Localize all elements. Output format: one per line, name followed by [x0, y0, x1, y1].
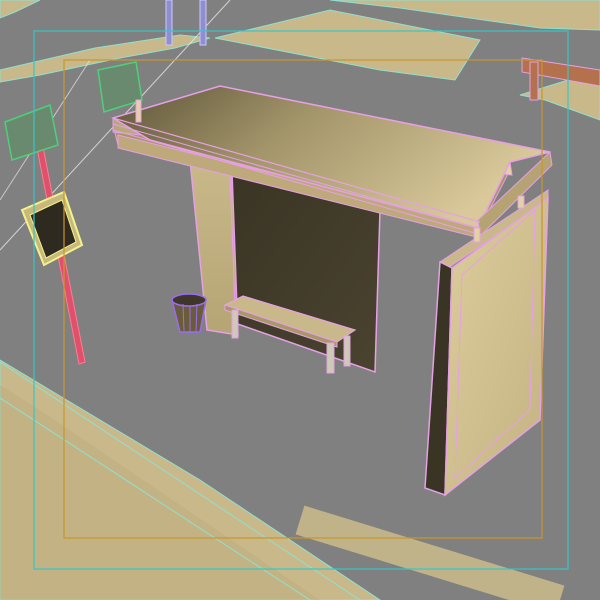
viewport-scene: [0, 0, 600, 600]
shelter-side-panel: [424, 189, 549, 497]
3d-viewport[interactable]: [0, 0, 600, 600]
street-sign: [20, 190, 84, 267]
trash-bin: [171, 293, 207, 333]
bus-shelter: [111, 85, 553, 497]
